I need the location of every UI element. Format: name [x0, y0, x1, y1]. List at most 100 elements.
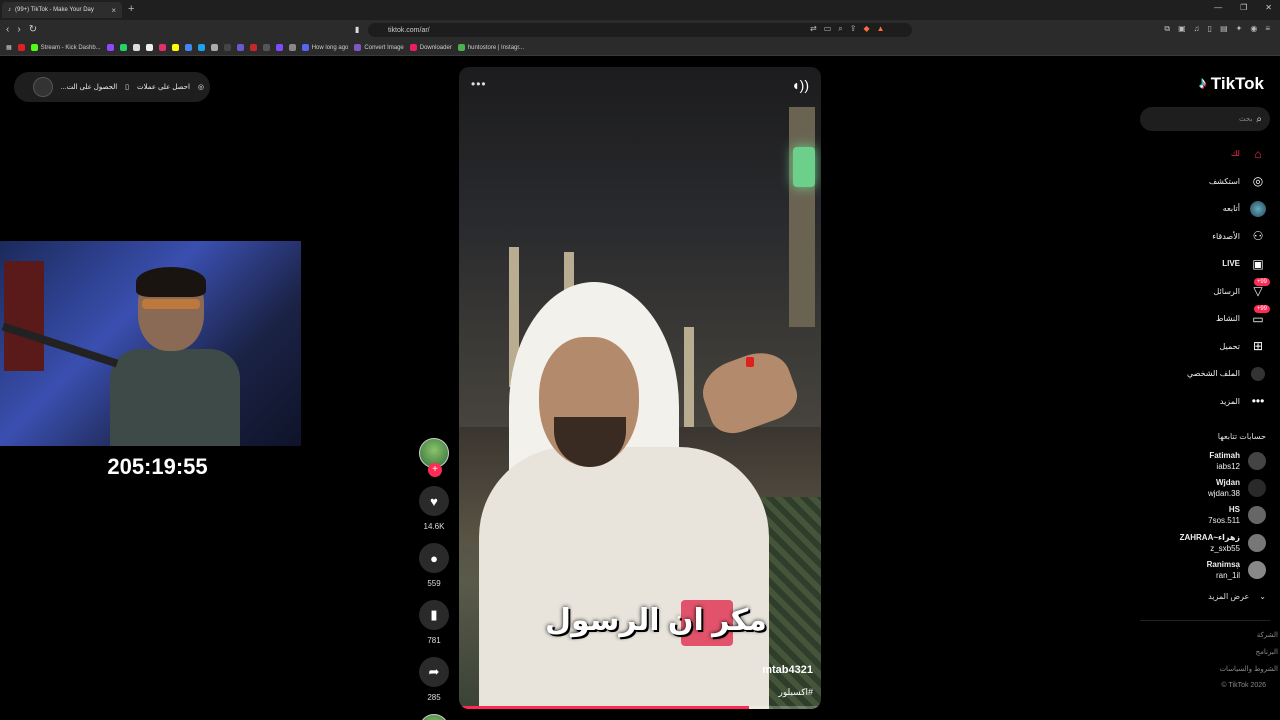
following-account[interactable]: Wjdan wjdan.38: [1136, 477, 1266, 499]
bookmark-item[interactable]: How long ago: [301, 44, 348, 51]
follow-plus-icon[interactable]: +: [428, 463, 442, 477]
footer-link-terms[interactable]: الشروط والسياسات: [1219, 665, 1278, 673]
get-app-link[interactable]: الحصول على الت...: [61, 83, 117, 91]
wallet-icon[interactable]: ▤: [1220, 24, 1228, 34]
bookmark-icon-g[interactable]: [275, 44, 283, 51]
translate-icon[interactable]: ⇄: [810, 24, 817, 34]
reload-icon[interactable]: ↻: [29, 24, 37, 35]
sidebar-item-following[interactable]: أتابعه: [1126, 195, 1266, 223]
clock-tower: [789, 107, 815, 327]
forward-icon[interactable]: ›: [17, 24, 20, 35]
following-account[interactable]: ZAHRAA~زهراء z_sxb55: [1136, 532, 1266, 554]
video-progress-bar[interactable]: [459, 706, 821, 709]
ai-icon[interactable]: ✦: [1236, 24, 1243, 34]
account-names: HS 7sos.511: [1208, 504, 1240, 526]
cast-icon[interactable]: ▭: [824, 24, 832, 34]
tiktok-logo[interactable]: ♪ TikTok: [1199, 74, 1264, 94]
following-account[interactable]: Fatimah iabs12: [1136, 450, 1266, 472]
sidebar-item-label: تحميل: [1219, 341, 1241, 351]
bookmark-icon-e[interactable]: [249, 44, 257, 51]
streamer-glasses: [142, 299, 200, 309]
restore-icon[interactable]: ❐: [1240, 3, 1247, 12]
sidebar-item-upload[interactable]: تحميل ⊞: [1126, 333, 1266, 361]
stream-timer: 205:19:55: [107, 454, 208, 479]
close-window-icon[interactable]: ✕: [1265, 3, 1272, 12]
new-tab-icon[interactable]: +: [128, 3, 134, 15]
following-account[interactable]: Ranimsa᷂ ran_1il: [1136, 559, 1266, 581]
sidebar-item-label: استكشف: [1208, 176, 1240, 186]
x-icon[interactable]: [132, 44, 140, 51]
translate-bm-icon[interactable]: [184, 44, 192, 51]
sidebar-icon[interactable]: ▯: [1208, 24, 1212, 34]
instagram-icon[interactable]: [158, 44, 166, 51]
sidebar-item-label: لك: [1230, 149, 1240, 159]
sidebar-item-explore[interactable]: استكشف ◎: [1126, 168, 1266, 196]
back-icon[interactable]: ‹: [6, 24, 9, 35]
footer-copyright: TikTok 2026 ©: [1221, 682, 1266, 689]
bookmark-icon-b[interactable]: [210, 44, 218, 51]
snapchat-icon[interactable]: [171, 44, 179, 51]
screenshot-icon[interactable]: ▣: [1178, 24, 1186, 34]
share-count: 285: [427, 693, 441, 702]
tab-title: (99+) TikTok - Make Your Day: [15, 7, 94, 13]
extension-icon[interactable]: ⧉: [1164, 24, 1170, 34]
share-icon[interactable]: ⇪: [850, 24, 857, 34]
more-options-icon[interactable]: •••: [471, 77, 487, 91]
sidebar-item-messages[interactable]: الرسائل ▽ +99: [1126, 277, 1270, 306]
bookmark-icon-d[interactable]: [236, 44, 244, 51]
bookmark-item[interactable]: Downloader: [409, 44, 452, 51]
sidebar-item-for-you[interactable]: لك ⌂: [1126, 140, 1266, 168]
creator-avatar[interactable]: +: [419, 438, 449, 477]
apps-icon[interactable]: ▦: [6, 44, 12, 51]
following-account[interactable]: HS 7sos.511: [1136, 504, 1266, 526]
video-username[interactable]: mtab4321: [762, 664, 813, 676]
bookmark-icon-h[interactable]: [288, 44, 296, 51]
sidebar-item-activity[interactable]: النشاط ▭ +99: [1126, 305, 1270, 333]
footer-link-company[interactable]: الشركة: [1257, 631, 1278, 639]
footer-link-program[interactable]: البرنامج: [1256, 648, 1278, 656]
bookmark-icon-c[interactable]: [223, 44, 231, 51]
more-icon: •••: [1251, 394, 1265, 409]
shield-icon[interactable]: ◆: [863, 24, 869, 34]
search-icon[interactable]: ⌕: [1256, 114, 1262, 125]
bookmark-icon-a[interactable]: [197, 44, 205, 51]
twitch-icon[interactable]: [106, 44, 114, 51]
minimize-icon[interactable]: —: [1214, 3, 1222, 12]
zoom-icon[interactable]: ⌕: [838, 24, 842, 34]
save-button[interactable]: ▮: [419, 600, 449, 630]
avatar[interactable]: [32, 77, 53, 97]
comment-button[interactable]: ●: [419, 543, 449, 573]
tiktok-icon[interactable]: [145, 44, 153, 51]
bookmark-icon[interactable]: ▮: [355, 25, 359, 34]
sound-avatar[interactable]: [419, 714, 449, 720]
sidebar-item-friends[interactable]: الأصدقاء ⚇: [1126, 223, 1266, 251]
browser-tab[interactable]: ♪ (99+) TikTok - Make Your Day ×: [2, 2, 122, 18]
close-tab-icon[interactable]: ×: [111, 6, 116, 15]
sidebar-item-profile[interactable]: الملف الشخصي: [1126, 360, 1266, 388]
bookmark-icon-f[interactable]: [262, 44, 270, 51]
bookmark-item[interactable]: huntostore | Instagr...: [457, 44, 524, 51]
search-input[interactable]: بحث ⌕: [1140, 107, 1270, 131]
bookmark-item[interactable]: Convert Image: [354, 44, 404, 51]
get-coins-link[interactable]: احصل على عملات: [137, 83, 190, 91]
like-button[interactable]: ♥: [419, 486, 449, 516]
share-button[interactable]: ➦: [419, 657, 449, 687]
youtube-icon[interactable]: [17, 44, 25, 51]
music-icon[interactable]: ♫: [1194, 24, 1200, 34]
volume-icon[interactable]: ◖)): [791, 77, 809, 93]
sidebar-item-live[interactable]: LIVE ▣: [1126, 250, 1266, 278]
bookmark-item[interactable]: Stream - Kick Dashb...: [30, 44, 101, 51]
tiktok-note-icon: ♪: [1198, 75, 1207, 92]
see-more-button[interactable]: عرض المزيد ⌄: [1208, 592, 1266, 601]
video-hashtag[interactable]: #اكسبلور: [778, 687, 813, 698]
sidebar-item-label: LIVE: [1222, 259, 1240, 269]
account-names: Wjdan wjdan.38: [1208, 477, 1240, 499]
sidebar-item-more[interactable]: المزيد •••: [1126, 388, 1266, 416]
video-player[interactable]: ••• ◖)) مكر ان الرسول mtab4321 #اكسبلور: [459, 67, 821, 709]
whatsapp-icon[interactable]: [119, 44, 127, 51]
vpn-icon[interactable]: ◉: [1250, 24, 1257, 34]
rewards-icon[interactable]: ▲: [877, 24, 885, 34]
share-arrow-icon: ➦: [428, 664, 440, 679]
menu-icon[interactable]: ≡: [1265, 24, 1270, 34]
account-names: Ranimsa᷂ ran_1il: [1207, 559, 1240, 581]
